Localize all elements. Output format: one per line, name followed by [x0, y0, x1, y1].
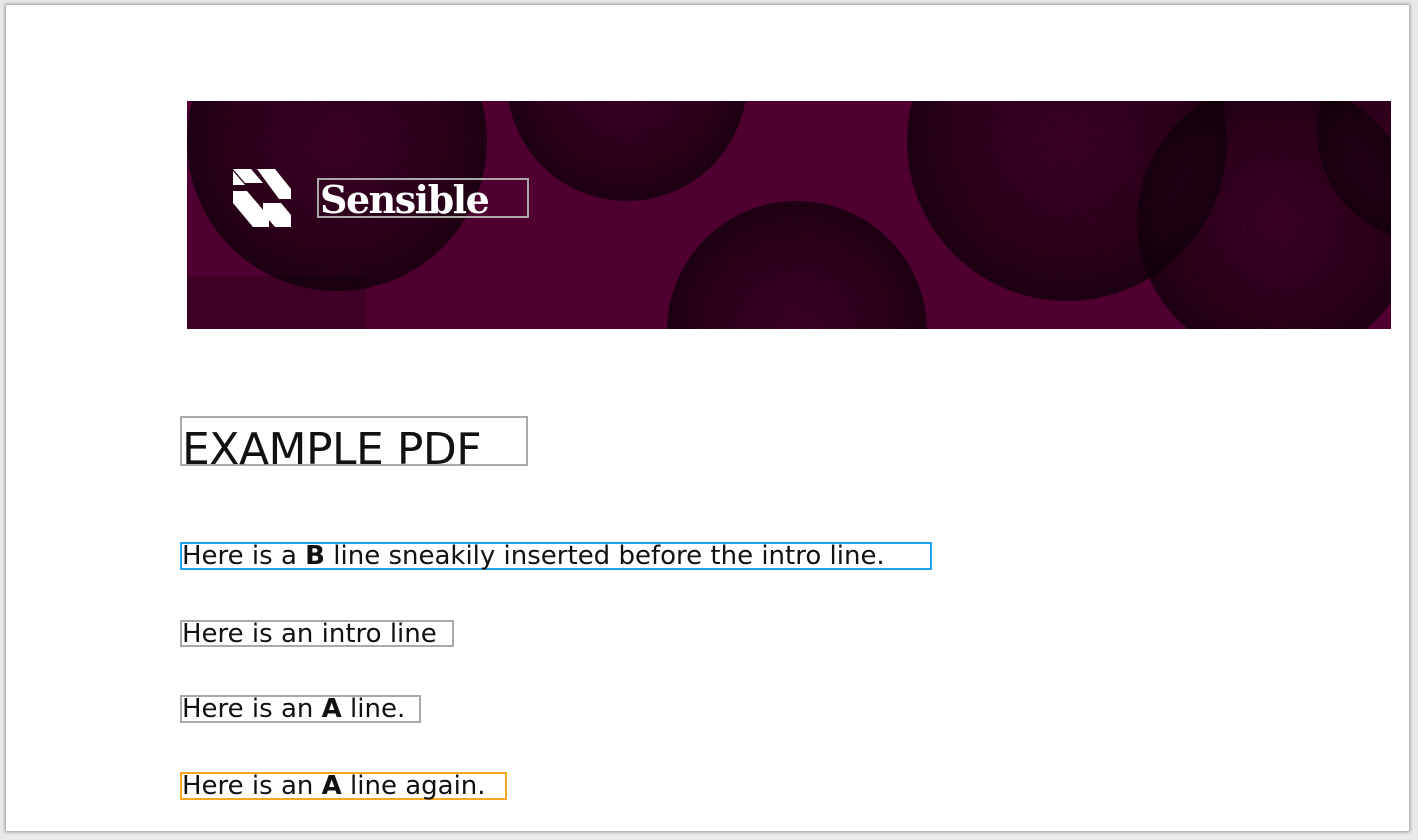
line-text-bold: A [321, 771, 342, 801]
text-line-a-again: Here is an A line again. [180, 771, 507, 801]
header-banner: Sensible [187, 101, 1391, 329]
line-text-prefix: Here is a [182, 541, 306, 571]
line-text-prefix: Here is an intro line [182, 619, 437, 649]
text-line-intro: Here is an intro line [180, 619, 454, 649]
sensible-logo-icon [233, 169, 291, 227]
line-text-suffix: line. [341, 694, 406, 724]
brand-name: Sensible [317, 178, 529, 220]
line-text-prefix: Here is an [182, 771, 322, 801]
pdf-page: Sensible EXAMPLE PDF Here is a B line sn… [6, 5, 1409, 831]
document-title: EXAMPLE PDF [180, 416, 528, 475]
line-text-bold: B [305, 541, 325, 571]
text-line-a: Here is an A line. [180, 694, 421, 724]
line-text-bold: A [321, 694, 342, 724]
line-text-suffix: line again. [341, 771, 486, 801]
text-line-b-inserted: Here is a B line sneakily inserted befor… [180, 541, 932, 571]
line-text-prefix: Here is an [182, 694, 322, 724]
line-text-suffix: line sneakily inserted before the intro … [325, 541, 885, 571]
